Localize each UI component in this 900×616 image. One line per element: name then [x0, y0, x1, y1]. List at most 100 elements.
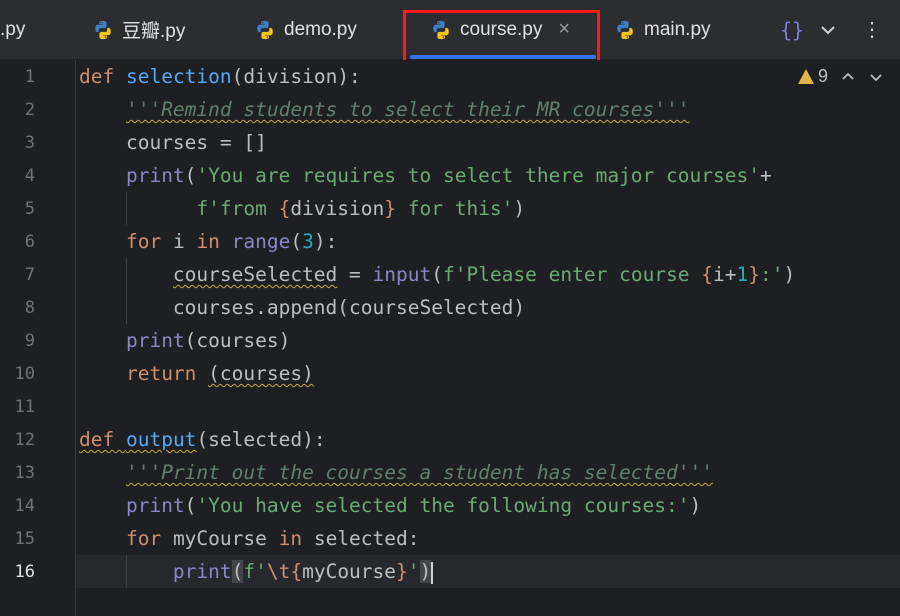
tab-label: 豆瓣.py — [122, 21, 186, 42]
line-number: 8 — [24, 298, 35, 318]
code-line-15: for myCourse in selected: — [79, 522, 420, 555]
string-literal: f'Please enter course — [442, 263, 702, 286]
keyword: for — [125, 230, 162, 253]
tab-label: demo.py — [284, 18, 357, 40]
code-text: courses = [] — [125, 131, 267, 154]
warnings-indicator[interactable]: 9 — [797, 66, 828, 87]
python-file-icon — [617, 20, 633, 39]
string-literal: for this' — [396, 197, 514, 220]
tab-partial-py[interactable]: .py — [0, 0, 25, 59]
code-text: (division): — [231, 65, 361, 88]
code-text: i — [161, 230, 197, 253]
code-text: = — [337, 263, 373, 286]
fstring-brace: { — [701, 263, 714, 286]
code-line-12: def output(selected): — [79, 423, 326, 456]
line-number: 9 — [24, 331, 35, 351]
code-line-5: f'from {division} for this') — [79, 192, 525, 225]
warning-icon — [797, 69, 814, 84]
line-number: 4 — [24, 166, 35, 186]
structure-braces-icon[interactable]: {} — [780, 0, 804, 59]
string-literal: :' — [760, 263, 784, 286]
code-text: ( — [290, 230, 303, 253]
line-number: 12 — [14, 430, 35, 450]
line-number: 1 — [24, 67, 35, 87]
string-literal: ' — [407, 560, 420, 583]
code-editor[interactable]: 1 2 3 4 5 6 7 8 9 10 11 12 13 14 15 16 9… — [0, 60, 900, 616]
code-text: (courses) — [208, 362, 314, 385]
keyword: def — [79, 428, 115, 451]
code-line-14: print('You have selected the following c… — [79, 489, 701, 522]
inspection-widget[interactable]: 9 — [797, 66, 884, 87]
code-text: selected: — [302, 527, 420, 550]
line-number: 15 — [14, 529, 35, 549]
code-text: ( — [431, 263, 443, 286]
line-number: 11 — [14, 397, 35, 417]
escape-sequence: \t — [266, 560, 291, 583]
line-number: 2 — [24, 100, 35, 120]
tab-label: main.py — [644, 18, 711, 40]
code-text: ) — [689, 494, 702, 517]
fstring-brace: } — [748, 263, 760, 286]
line-number: 6 — [24, 232, 35, 252]
tab-label: .py — [0, 18, 26, 40]
line-number: 14 — [14, 496, 35, 516]
fstring-brace: } — [384, 197, 397, 220]
python-file-icon — [95, 20, 111, 39]
code-text: ): — [313, 230, 338, 253]
next-highlight-icon[interactable] — [868, 69, 884, 85]
keyword: in — [196, 230, 220, 253]
editor-tab-bar: .py 豆瓣.py demo.py course.py × main.py {}… — [0, 0, 900, 70]
docstring: '''Remind students to select their MR co… — [125, 98, 690, 121]
previous-highlight-icon[interactable] — [840, 69, 856, 85]
code-line-8: courses.append(courseSelected) — [79, 291, 525, 324]
function-name: selection — [125, 65, 232, 88]
code-line-7: courseSelected = input(f'Please enter co… — [79, 258, 795, 291]
line-number: 5 — [24, 199, 35, 219]
keyword: for — [125, 527, 162, 550]
current-line-number: 16 — [14, 562, 35, 582]
code-line-16: print(f'\t{myCourse}') — [79, 555, 434, 588]
line-number: 3 — [24, 133, 35, 153]
matched-bracket: ( — [231, 560, 244, 583]
code-text: courseSelected — [172, 263, 338, 286]
code-text: ( — [184, 494, 197, 517]
keyword: def — [79, 65, 115, 88]
chevron-down-icon-glyph — [821, 25, 835, 34]
string-literal: 'You have selected the following courses… — [196, 494, 690, 517]
warnings-count: 9 — [817, 66, 828, 86]
python-file-icon — [257, 20, 273, 39]
line-number: 13 — [14, 463, 35, 483]
code-text: ) — [783, 263, 796, 286]
tab-demo-py[interactable]: demo.py — [254, 0, 357, 59]
line-number: 7 — [24, 265, 35, 285]
keyword: in — [278, 527, 303, 550]
builtin-function: print — [125, 494, 185, 517]
code-text: ( — [184, 164, 197, 187]
line-number-gutter: 1 2 3 4 5 6 7 8 9 10 11 12 13 14 15 16 — [0, 60, 76, 616]
number-literal: 3 — [302, 230, 314, 253]
function-name: output — [125, 428, 197, 451]
more-options-icon[interactable]: ⋮ — [862, 0, 882, 59]
builtin-function: print — [125, 329, 185, 352]
string-literal: 'You are requires to select there major … — [196, 164, 760, 187]
code-text: courses.append(courseSelected) — [172, 296, 526, 319]
string-literal: f' — [243, 560, 267, 583]
code-line-4: print('You are requires to select there … — [79, 159, 772, 192]
code-text: + — [759, 164, 772, 187]
code-text: division — [290, 197, 385, 220]
code-line-1: def selection(division): — [79, 60, 361, 93]
text-cursor — [431, 561, 434, 584]
code-line-13: '''Print out the courses a student has s… — [79, 456, 713, 489]
tab-douban-py[interactable]: 豆瓣.py — [92, 0, 185, 59]
tab-main-py[interactable]: main.py — [614, 0, 711, 59]
builtin-function: print — [172, 560, 232, 583]
code-line-3: courses = [] — [79, 126, 267, 159]
code-line-2: '''Remind students to select their MR co… — [79, 93, 690, 126]
code-line-10: return (courses) — [79, 357, 314, 390]
chevron-down-icon[interactable] — [819, 0, 837, 59]
code-line-6: for i in range(3): — [79, 225, 337, 258]
builtin-function: range — [231, 230, 291, 253]
builtin-function: print — [125, 164, 185, 187]
